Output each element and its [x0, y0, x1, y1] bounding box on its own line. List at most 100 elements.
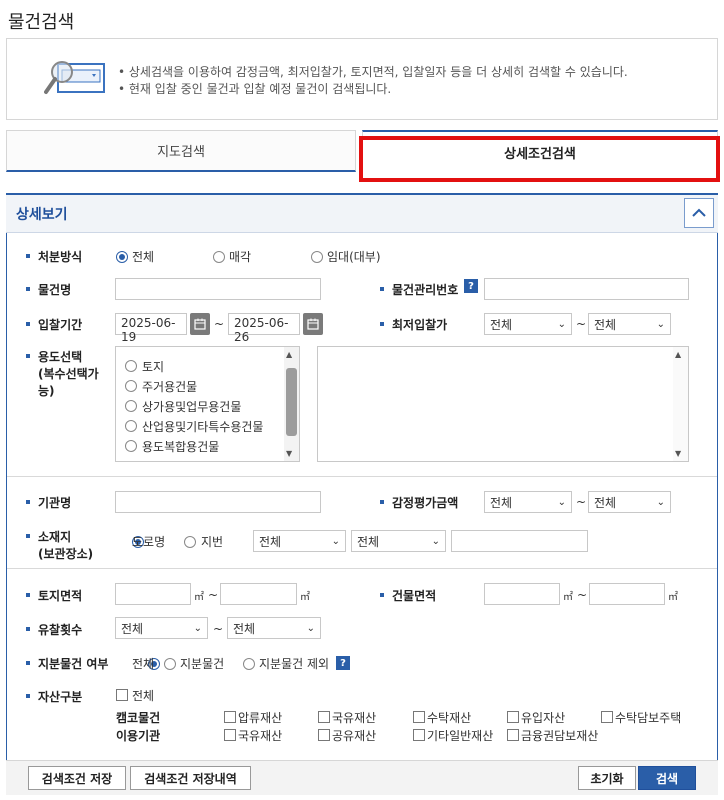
agency-item-2: 공유재산 [332, 729, 377, 743]
min-bid-to-select[interactable]: 전체 ⌄ [588, 313, 671, 335]
bldg-area-unit-1: ㎡ [563, 592, 573, 603]
usage-label-line2: (복수선택가 [38, 367, 99, 381]
page-title: 물건검색 [8, 12, 75, 33]
collapse-button[interactable] [684, 198, 714, 228]
appraisal-label: 감정평가금액 [380, 494, 458, 511]
camco-checkbox-1[interactable] [224, 711, 236, 723]
location-label: 소재지 [26, 528, 71, 545]
agency-item-4: 금융권담보재산 [521, 729, 599, 743]
location-city-select[interactable]: 전체 ⌄ [253, 530, 346, 552]
appraisal-from-select[interactable]: 전체 ⌄ [484, 491, 572, 513]
location-option-road: 도로명 [132, 535, 166, 549]
share-radio-exclude[interactable] [243, 658, 255, 670]
usage-item-commercial: 상가용및업무용건물 [142, 400, 242, 414]
agency-item-1: 국유재산 [238, 729, 283, 743]
usage-item-residential: 주거용건물 [142, 380, 198, 394]
fail-count-separator: ~ [213, 622, 224, 636]
tab-map-search[interactable]: 지도검색 [6, 130, 356, 172]
chevron-down-icon: ⌄ [557, 318, 566, 330]
location-detail-input[interactable] [451, 530, 588, 552]
camco-checkbox-5[interactable] [601, 711, 613, 723]
asset-label: 자산구분 [26, 688, 82, 705]
land-area-min-input[interactable] [115, 583, 191, 605]
share-help-icon[interactable]: ? [336, 656, 350, 670]
bid-period-separator: ~ [214, 317, 225, 331]
disposal-radio-lease[interactable] [311, 251, 323, 263]
location-city-value: 전체 [259, 534, 282, 549]
asset-all-checkbox[interactable] [116, 689, 128, 701]
usage-radio-commercial[interactable] [125, 400, 137, 412]
usage-radio-land[interactable] [125, 360, 137, 372]
agency-type-label: 이용기관 [116, 729, 161, 743]
item-name-input[interactable] [115, 278, 321, 300]
fail-count-to-select[interactable]: 전체 ⌄ [227, 617, 321, 639]
usage-radio-residential[interactable] [125, 380, 137, 392]
agency-checkbox-3[interactable] [413, 729, 425, 741]
asset-all-label: 전체 [132, 689, 155, 703]
bid-start-date-input[interactable]: 2025-06-19 [115, 313, 187, 344]
usage-radio-industrial[interactable] [125, 420, 137, 432]
usage-radio-mixed[interactable] [125, 440, 137, 452]
camco-checkbox-3[interactable] [413, 711, 425, 723]
agency-checkbox-4[interactable] [507, 729, 519, 741]
highlight-box [359, 136, 720, 182]
chevron-down-icon: ⌄ [306, 622, 315, 634]
min-bid-from-select[interactable]: 전체 ⌄ [484, 313, 572, 335]
camco-item-1: 압류재산 [238, 711, 283, 725]
share-radio-share[interactable] [164, 658, 176, 670]
search-button[interactable]: 검색 [638, 766, 696, 790]
bldg-area-min-input[interactable] [484, 583, 560, 605]
scroll-down-icon[interactable]: ▼ [286, 449, 292, 458]
bid-start-calendar-button[interactable] [190, 313, 210, 335]
agency-input[interactable] [115, 491, 321, 513]
item-no-input[interactable] [484, 278, 689, 300]
usage-detail-listbox[interactable] [317, 346, 689, 462]
item-no-help-icon[interactable]: ? [464, 279, 478, 293]
usage-label-line3: 능) [38, 384, 55, 398]
usage-scroll-thumb[interactable] [286, 368, 297, 436]
disposal-radio-all[interactable] [116, 251, 128, 263]
land-area-unit-1: ㎡ [194, 592, 204, 603]
location-radio-lot[interactable] [184, 536, 196, 548]
min-bid-to-value: 전체 [594, 317, 617, 332]
saved-conditions-button[interactable]: 검색조건 저장내역 [130, 766, 251, 790]
agency-checkbox-1[interactable] [224, 729, 236, 741]
location-district-select[interactable]: 전체 ⌄ [351, 530, 446, 552]
info-line-2: • 현재 입찰 중인 물건과 입찰 예정 물건이 검색됩니다. [118, 82, 392, 96]
camco-checkbox-4[interactable] [507, 711, 519, 723]
chevron-down-icon: ⌄ [431, 535, 440, 547]
appraisal-to-select[interactable]: 전체 ⌄ [588, 491, 671, 513]
chevron-down-icon: ⌄ [656, 496, 665, 508]
share-label: 지분물건 여부 [26, 655, 108, 672]
bid-period-label: 입찰기간 [26, 316, 82, 333]
panel-title: 상세보기 [16, 207, 68, 223]
section-divider [7, 568, 717, 569]
chevron-down-icon: ⌄ [557, 496, 566, 508]
scroll-up-icon[interactable]: ▲ [675, 350, 681, 359]
min-bid-separator: ~ [576, 317, 587, 331]
agency-checkbox-2[interactable] [318, 729, 330, 741]
save-conditions-button[interactable]: 검색조건 저장 [28, 766, 126, 790]
bid-end-calendar-button[interactable] [303, 313, 323, 335]
bldg-area-unit-2: ㎡ [668, 592, 678, 603]
bldg-area-max-input[interactable] [589, 583, 665, 605]
fail-count-from-select[interactable]: 전체 ⌄ [115, 617, 208, 639]
usage-detail-scrollbar[interactable] [673, 347, 688, 461]
agency-label: 기관명 [26, 494, 71, 511]
land-area-max-input[interactable] [220, 583, 297, 605]
reset-button[interactable]: 초기화 [578, 766, 636, 790]
usage-item-mixed: 용도복합용건물 [142, 440, 220, 454]
camco-item-5: 수탁담보주택 [615, 711, 682, 725]
scroll-down-icon[interactable]: ▼ [675, 449, 681, 458]
scroll-up-icon[interactable]: ▲ [286, 350, 292, 359]
calendar-icon [307, 318, 319, 330]
bid-end-date-input[interactable]: 2025-06-26 [228, 313, 300, 344]
section-divider [7, 476, 717, 477]
camco-checkbox-2[interactable] [318, 711, 330, 723]
disposal-radio-sale[interactable] [213, 251, 225, 263]
bldg-area-separator: ~ [577, 588, 588, 602]
fail-count-to-value: 전체 [233, 621, 256, 636]
min-bid-from-value: 전체 [490, 317, 513, 332]
land-area-label: 토지면적 [26, 587, 82, 604]
location-option-lot: 지번 [201, 535, 224, 549]
